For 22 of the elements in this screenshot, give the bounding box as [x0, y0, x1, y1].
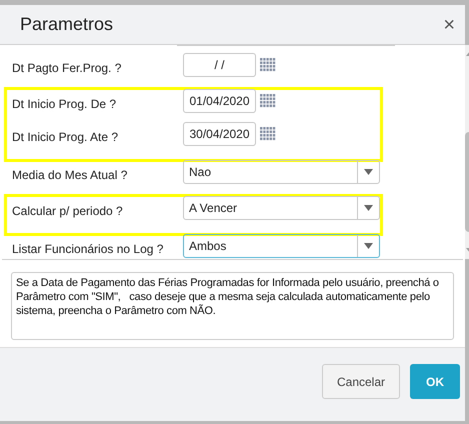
cancel-button[interactable]: Cancelar: [322, 364, 400, 399]
date-field[interactable]: 30/04/2020: [183, 122, 256, 146]
help-text: Se a Data de Pagamento das Férias Programadas for Informada pelo usuário, preenchá o Parâmetro com "SIM", caso deseje que a mesma seja calculada automaticamente pelo sistema, preencha o Parâmetro com NÃO.: [11, 272, 454, 340]
field-label: Listar Funcionários no Log ?: [11, 241, 164, 258]
dropdown[interactable]: Nao: [183, 160, 380, 184]
close-button[interactable]: ×: [443, 14, 455, 34]
date-field[interactable]: / /: [183, 53, 256, 77]
calendar-icon[interactable]: [260, 94, 276, 108]
date-field[interactable]: 01/04/2020: [183, 89, 256, 113]
caret-icon[interactable]: [364, 169, 373, 175]
caret-icon[interactable]: [364, 205, 373, 211]
field-label: Dt Inicio Prog. De ?: [11, 96, 118, 113]
dialog-title: Parametros: [20, 13, 114, 36]
calendar-icon[interactable]: [260, 127, 276, 141]
calendar-icon[interactable]: [260, 58, 276, 72]
field-label: Dt Pagto Fer.Prog. ?: [11, 60, 122, 77]
caret-icon[interactable]: [364, 243, 373, 249]
field-label: Calcular p/ periodo ?: [11, 203, 124, 220]
field-label: Media do Mes Atual ?: [11, 167, 128, 184]
dropdown[interactable]: A Vencer: [183, 196, 380, 220]
dropdown[interactable]: Ambos: [183, 234, 380, 258]
field-label: Dt Inicio Prog. Ate ?: [11, 129, 120, 146]
